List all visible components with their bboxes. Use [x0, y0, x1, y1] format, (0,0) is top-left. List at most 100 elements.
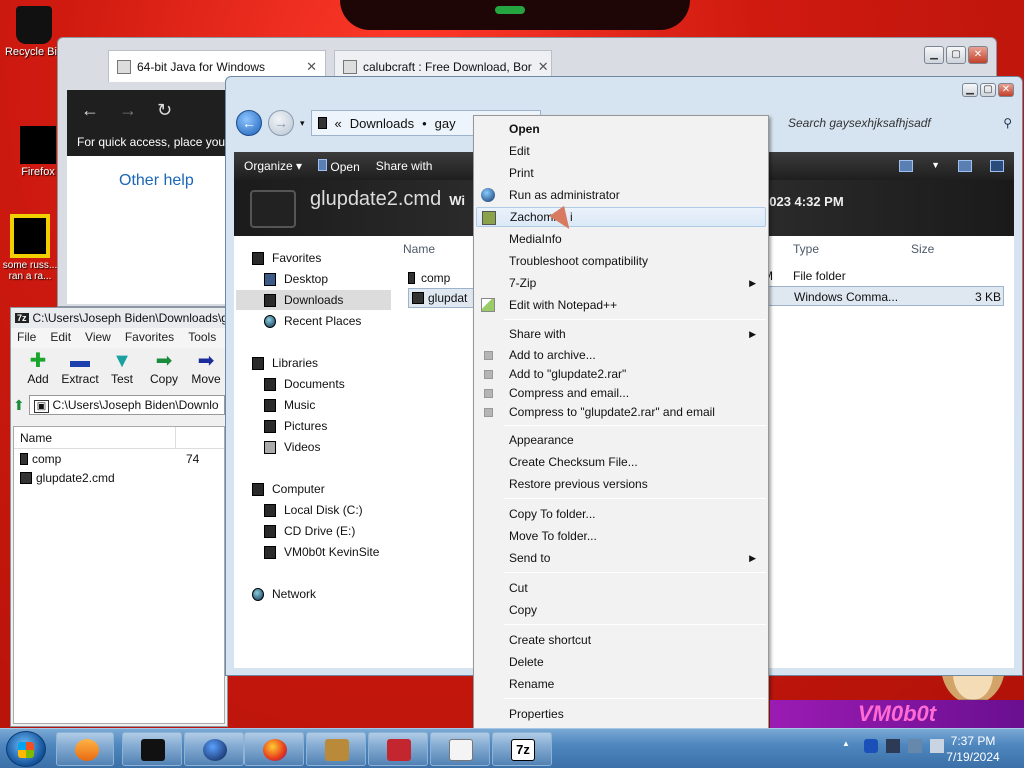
- maximize-button[interactable]: ▢: [980, 83, 996, 97]
- menu-compress-to-rar-and-email[interactable]: Compress to "glupdate2.rar" and email: [476, 402, 766, 422]
- menu-create-checksum[interactable]: Create Checksum File...: [476, 452, 766, 472]
- add-button[interactable]: ✚ Add: [17, 350, 59, 392]
- menu-copy[interactable]: Copy: [476, 600, 766, 620]
- start-button[interactable]: [6, 731, 46, 767]
- nav-network-share[interactable]: VM0b0t KevinSite: [264, 542, 379, 562]
- column-type[interactable]: Type: [793, 242, 819, 256]
- menu-share-with[interactable]: Share with ▶: [476, 324, 766, 344]
- breadcrumb-downloads[interactable]: Downloads: [350, 116, 414, 131]
- other-help-link[interactable]: Other help: [119, 172, 194, 190]
- menu-appearance[interactable]: Appearance: [476, 430, 766, 450]
- nav-computer[interactable]: Computer: [252, 479, 325, 499]
- forward-button[interactable]: →: [268, 110, 294, 136]
- share-with-button[interactable]: Share with: [376, 159, 433, 173]
- taskbar-explorer[interactable]: [122, 732, 182, 766]
- taskbar-firefox[interactable]: [244, 732, 304, 766]
- taskbar-toolbox[interactable]: [368, 732, 428, 766]
- list-item[interactable]: glupdate2.cmd: [14, 468, 224, 487]
- nav-local-disk[interactable]: Local Disk (C:): [264, 500, 363, 520]
- open-button[interactable]: Open: [318, 158, 360, 174]
- nav-cd-drive[interactable]: CD Drive (E:): [264, 521, 355, 541]
- menu-add-to-rar[interactable]: Add to "glupdate2.rar": [476, 364, 766, 384]
- show-hidden-icons-icon[interactable]: ▲: [842, 739, 856, 753]
- preview-pane-icon[interactable]: [958, 160, 972, 172]
- taskbar-globe[interactable]: [184, 732, 244, 766]
- nav-videos[interactable]: Videos: [264, 437, 320, 457]
- menu-run-as-administrator[interactable]: Run as administrator: [476, 185, 766, 205]
- recent-pages-chevron-icon[interactable]: ▾: [300, 118, 305, 129]
- extract-button[interactable]: ▬ Extract: [59, 350, 101, 392]
- menu-zachomi[interactable]: Zachomi i: [476, 207, 766, 227]
- reload-icon[interactable]: ↻: [157, 100, 172, 121]
- nav-music[interactable]: Music: [264, 395, 315, 415]
- file-row-comp[interactable]: M File folder: [763, 266, 1010, 286]
- file-row-glupdate2[interactable]: Windows Comma... 3 KB: [763, 286, 1004, 306]
- taskbar-java[interactable]: [430, 732, 490, 766]
- menu-rename[interactable]: Rename: [476, 674, 766, 694]
- column-size[interactable]: Size: [911, 242, 934, 256]
- menu-delete[interactable]: Delete: [476, 652, 766, 672]
- file-row-glupdate2-name[interactable]: glupdat: [408, 288, 474, 308]
- tab-close-icon[interactable]: ✕: [306, 59, 317, 75]
- back-arrow-icon[interactable]: ←: [81, 100, 99, 121]
- action-center-icon[interactable]: [908, 739, 922, 753]
- breadcrumb-overflow-icon[interactable]: «: [335, 116, 342, 131]
- nav-pictures[interactable]: Pictures: [264, 416, 327, 436]
- forward-arrow-icon[interactable]: →: [119, 100, 137, 121]
- nav-desktop[interactable]: Desktop: [264, 269, 328, 289]
- menu-mediainfo[interactable]: MediaInfo: [476, 229, 766, 249]
- menu-edit[interactable]: Edit: [476, 141, 766, 161]
- nav-downloads[interactable]: Downloads: [236, 290, 391, 310]
- taskbar-box-app[interactable]: [306, 732, 366, 766]
- menu-add-to-archive[interactable]: Add to archive...: [476, 345, 766, 365]
- up-folder-icon[interactable]: ⬆: [13, 397, 25, 414]
- file-row-comp-name[interactable]: comp: [408, 268, 450, 288]
- column-name[interactable]: Name: [14, 427, 176, 448]
- menu-send-to[interactable]: Send to ▶: [476, 548, 766, 568]
- change-view-icon[interactable]: [899, 160, 914, 172]
- back-button[interactable]: ←: [236, 110, 262, 136]
- organize-menu-button[interactable]: Organize ▾: [244, 159, 302, 173]
- menu-restore-previous-versions[interactable]: Restore previous versions: [476, 474, 766, 494]
- breadcrumb-current-folder[interactable]: gay: [435, 116, 456, 131]
- menu-file[interactable]: File: [17, 330, 36, 346]
- menu-tools[interactable]: Tools: [188, 330, 216, 346]
- nav-documents[interactable]: Documents: [264, 374, 345, 394]
- menu-copy-to-folder[interactable]: Copy To folder...: [476, 504, 766, 524]
- close-button[interactable]: ✕: [998, 83, 1014, 97]
- close-button[interactable]: ✕: [968, 46, 988, 64]
- view-dropdown-icon[interactable]: ▼: [931, 160, 940, 172]
- network-icon[interactable]: [886, 739, 900, 753]
- breadcrumb-separator[interactable]: •: [422, 116, 427, 131]
- taskbar-7zip[interactable]: 7z: [492, 732, 552, 766]
- menu-move-to-folder[interactable]: Move To folder...: [476, 526, 766, 546]
- menu-7zip[interactable]: 7-Zip ▶: [476, 273, 766, 293]
- menu-favorites[interactable]: Favorites: [125, 330, 174, 346]
- bluetooth-icon[interactable]: [864, 739, 878, 753]
- menu-properties[interactable]: Properties: [476, 704, 766, 724]
- copy-button[interactable]: ➡ Copy: [143, 350, 185, 392]
- desktop-icon-recycle-bin[interactable]: Recycle Bin: [4, 6, 64, 58]
- clock[interactable]: 7:37 PM 7/19/2024: [938, 733, 1008, 765]
- desktop-icon-some-russ[interactable]: some russ... ran a ra...: [0, 214, 60, 282]
- tab-close-icon[interactable]: ✕: [538, 59, 549, 75]
- menu-view[interactable]: View: [85, 330, 111, 346]
- test-button[interactable]: ▼ Test: [101, 350, 143, 392]
- menu-troubleshoot-compatibility[interactable]: Troubleshoot compatibility: [476, 251, 766, 271]
- list-item[interactable]: comp 74: [14, 449, 224, 468]
- column-name[interactable]: Name: [403, 242, 435, 256]
- nav-libraries[interactable]: Libraries: [252, 353, 318, 373]
- menu-print[interactable]: Print: [476, 163, 766, 183]
- move-button[interactable]: ➡ Move: [185, 350, 227, 392]
- nav-network[interactable]: Network: [252, 584, 316, 604]
- nav-recent-places[interactable]: Recent Places: [264, 311, 361, 331]
- menu-cut[interactable]: Cut: [476, 578, 766, 598]
- search-input[interactable]: Search gaysexhjksafhjsadf ⚲: [782, 109, 1018, 137]
- taskbar-media-player[interactable]: [56, 732, 114, 766]
- column-size[interactable]: [176, 427, 224, 448]
- help-icon[interactable]: [990, 160, 1004, 172]
- menu-edit-with-notepadpp[interactable]: Edit with Notepad++: [476, 295, 766, 315]
- nav-favorites[interactable]: Favorites: [252, 248, 321, 268]
- 7zip-path-field[interactable]: ▣ C:\Users\Joseph Biden\Downlo: [28, 395, 225, 415]
- minimize-button[interactable]: ▁: [962, 83, 978, 97]
